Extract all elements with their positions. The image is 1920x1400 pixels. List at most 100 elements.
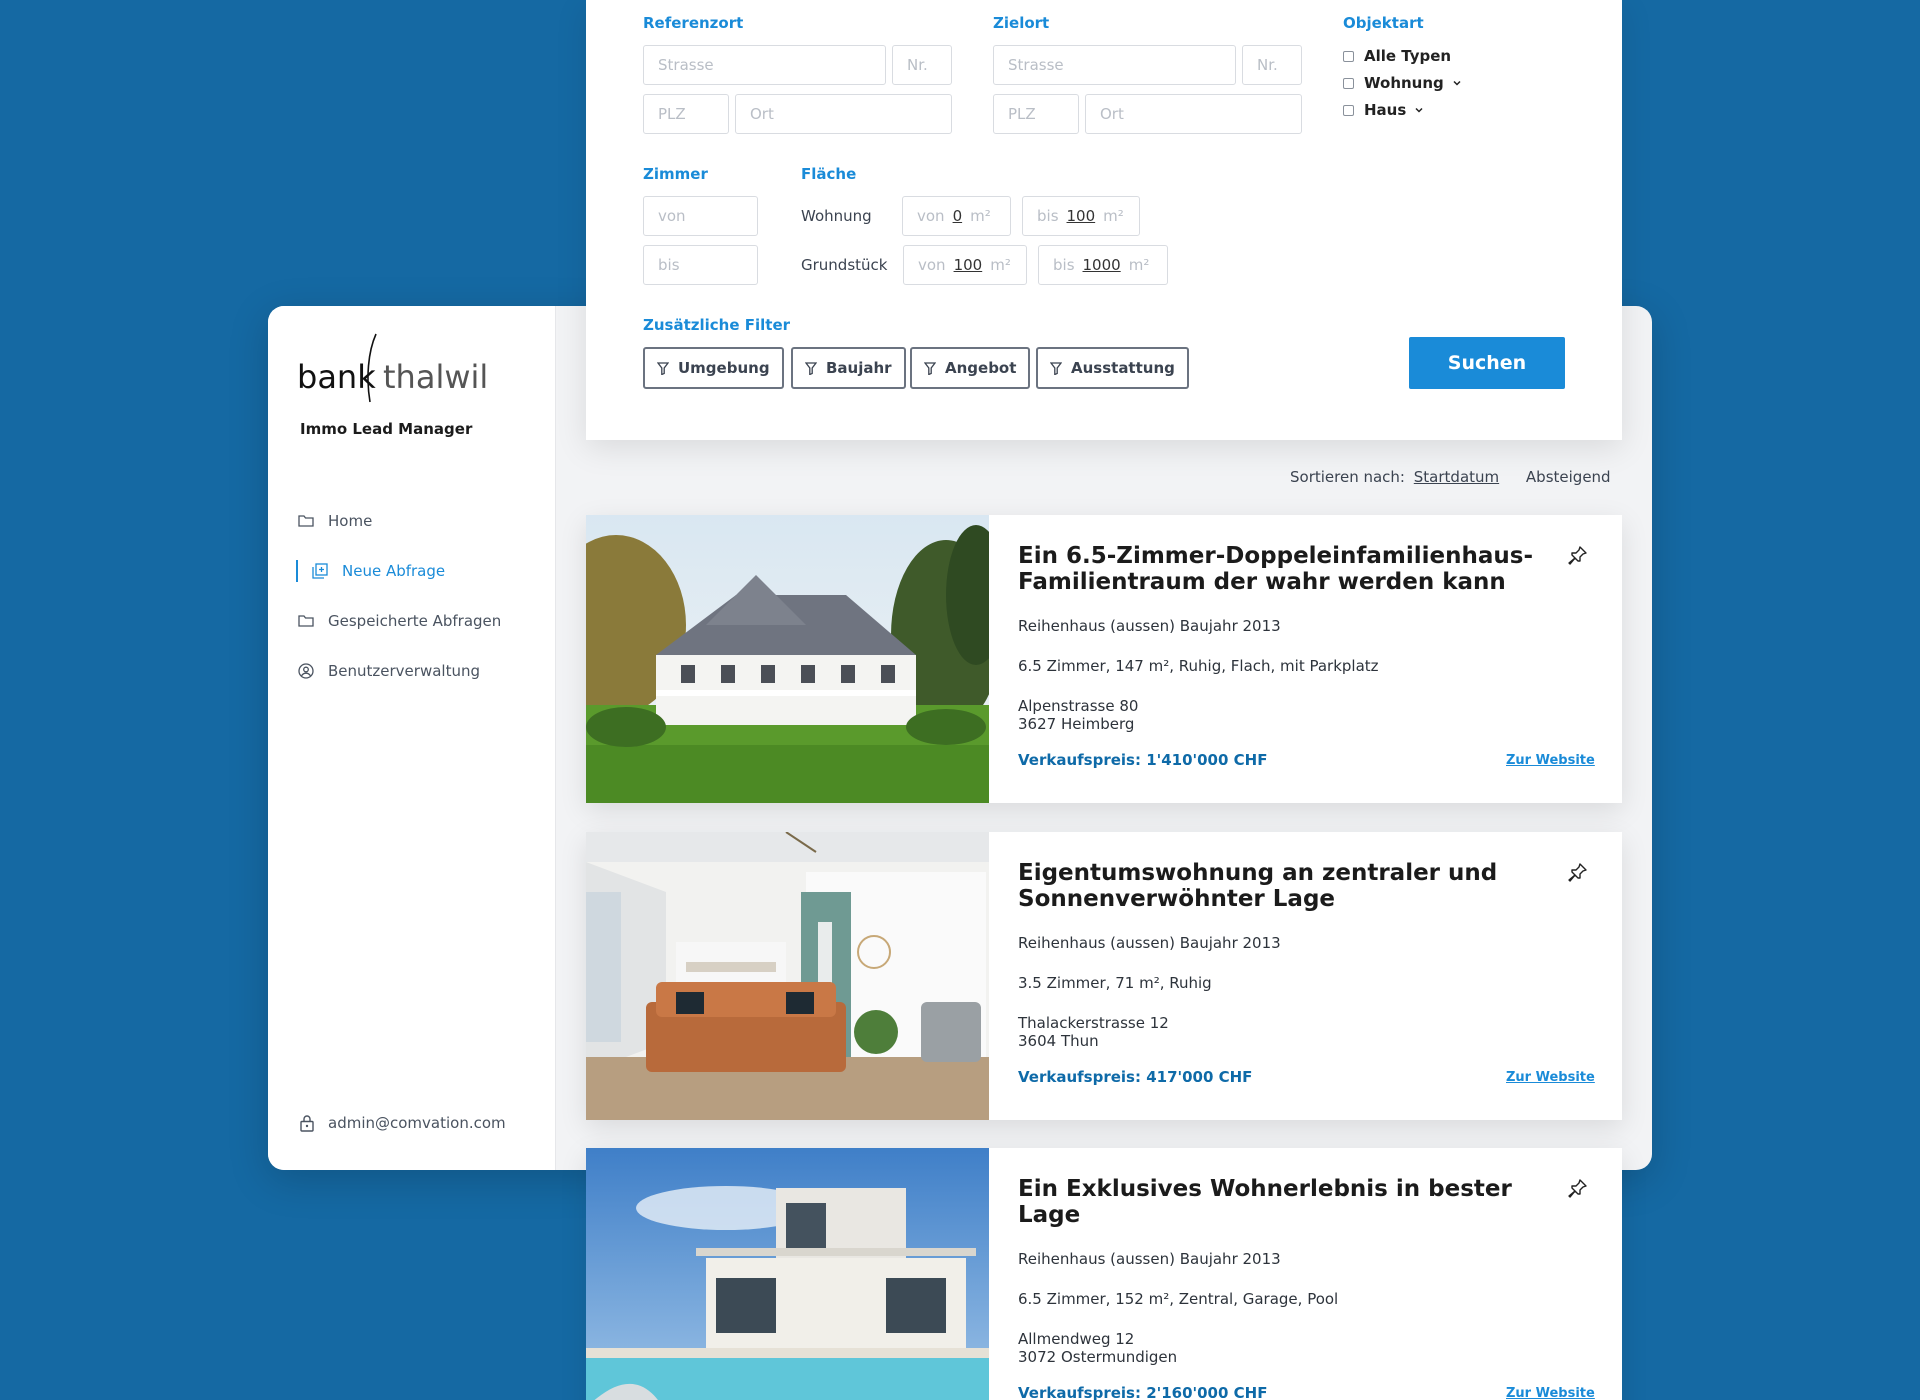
listing-card[interactable]: Ein 6.5-Zimmer-Doppeleinfamilienhaus-Fam…: [586, 515, 1622, 803]
listing-street: Alpenstrasse 80: [1018, 697, 1139, 715]
zusaetzliche-filter-label: Zusätzliche Filter: [643, 316, 791, 334]
checkbox[interactable]: [1343, 104, 1354, 116]
listing-city: 3604 Thun: [1018, 1032, 1099, 1050]
zielort-number-input[interactable]: Nr.: [1242, 45, 1302, 85]
website-link[interactable]: Zur Website: [1506, 1386, 1595, 1400]
listing-card[interactable]: Ein Exklusives Wohnerlebnis in bester La…: [586, 1148, 1622, 1400]
sidebar-item-label: Benutzerverwaltung: [328, 662, 480, 680]
pin-icon[interactable]: [1568, 862, 1588, 884]
search-button[interactable]: Suchen: [1409, 337, 1565, 389]
sidebar-item-neue-abfrage[interactable]: Neue Abfrage: [296, 546, 538, 596]
pin-icon[interactable]: [1568, 1178, 1588, 1200]
filter-angebot-button[interactable]: Angebot: [910, 347, 1031, 389]
account-email: admin@comvation.com: [328, 1114, 506, 1132]
sidebar-item-gespeicherte-abfragen[interactable]: Gespeicherte Abfragen: [298, 596, 538, 646]
objektart-label: Objektart: [1343, 14, 1424, 32]
objektart-option-alle-typen[interactable]: Alle Typen: [1343, 47, 1451, 65]
listing-city: 3072 Ostermundigen: [1018, 1348, 1178, 1366]
filter-icon: [657, 361, 669, 375]
flaeche-grundstueck-from-input[interactable]: von 100 m²: [903, 245, 1027, 285]
objektart-option-haus[interactable]: Haus: [1343, 101, 1424, 119]
user-circle-icon: [298, 663, 314, 679]
checkbox[interactable]: [1343, 77, 1354, 89]
pin-icon[interactable]: [1568, 545, 1588, 567]
filter-umgebung-button[interactable]: Umgebung: [643, 347, 784, 389]
zimmer-label: Zimmer: [643, 165, 708, 183]
filter-button-label: Angebot: [945, 359, 1017, 377]
listing-subtitle: Reihenhaus (aussen) Baujahr 2013: [1018, 617, 1281, 635]
chevron-down-icon[interactable]: [1414, 105, 1424, 115]
field-value: 100: [953, 256, 983, 274]
listing-photo: [586, 832, 989, 1120]
filter-ausstattung-button[interactable]: Ausstattung: [1036, 347, 1189, 389]
option-label: Wohnung: [1364, 74, 1444, 92]
logo-text-thalwil: thalwil: [383, 358, 489, 396]
sort-field-link[interactable]: Startdatum: [1414, 468, 1499, 486]
objektart-option-wohnung[interactable]: Wohnung: [1343, 74, 1462, 92]
listing-details: 6.5 Zimmer, 147 m², Ruhig, Flach, mit Pa…: [1018, 657, 1379, 675]
flaeche-wohnung-to-input[interactable]: bis 100 m²: [1022, 196, 1140, 236]
filter-button-label: Baujahr: [826, 359, 892, 377]
listing-street: Allmendweg 12: [1018, 1330, 1135, 1348]
option-label: Alle Typen: [1364, 47, 1452, 65]
villa-pool-photo-image: [586, 1148, 989, 1400]
listing-subtitle: Reihenhaus (aussen) Baujahr 2013: [1018, 1250, 1281, 1268]
listing-card[interactable]: Eigentumswohnung an zentraler und Sonnen…: [586, 832, 1622, 1120]
website-link[interactable]: Zur Website: [1506, 753, 1595, 768]
option-label: Haus: [1364, 101, 1407, 119]
field-value: 1000: [1082, 256, 1121, 274]
referenzort-street-input[interactable]: Strasse: [643, 45, 886, 85]
zimmer-to-input[interactable]: bis: [643, 245, 758, 285]
listing-city: 3627 Heimberg: [1018, 715, 1135, 733]
sidebar-item-home[interactable]: Home: [298, 496, 538, 546]
listing-title[interactable]: Eigentumswohnung an zentraler und Sonnen…: [1018, 860, 1538, 912]
flaeche-wohnung-label: Wohnung: [801, 207, 872, 225]
sort-direction-toggle[interactable]: Absteigend: [1526, 468, 1611, 486]
sidebar-nav: Home Neue Abfrage Gespeicherte Abfragen: [296, 496, 538, 696]
living-room-photo-image: [586, 832, 989, 1120]
listing-address: Thalackerstrasse 12 3604 Thun: [1018, 1014, 1169, 1050]
logo-slash-icon: [367, 333, 377, 403]
add-query-icon: [312, 563, 328, 579]
bank-thalwil-logo: bank thalwil: [268, 306, 556, 416]
referenzort-city-input[interactable]: Ort: [735, 94, 952, 134]
listing-street: Thalackerstrasse 12: [1018, 1014, 1169, 1032]
flaeche-grundstueck-label: Grundstück: [801, 256, 888, 274]
sort-prefix: Sortieren nach:: [1290, 468, 1405, 486]
field-unit: m²: [990, 256, 1011, 274]
listing-title[interactable]: Ein Exklusives Wohnerlebnis in bester La…: [1018, 1176, 1538, 1228]
sidebar-item-label: Home: [328, 512, 373, 530]
field-unit: m²: [1103, 207, 1124, 225]
zimmer-from-input[interactable]: von: [643, 196, 758, 236]
flaeche-wohnung-from-input[interactable]: von 0 m²: [902, 196, 1011, 236]
listing-price: Verkaufspreis: 2'160'000 CHF: [1018, 1384, 1268, 1400]
sidebar: bank thalwil Immo Lead Manager Home Neue…: [268, 306, 556, 1170]
referenzort-number-input[interactable]: Nr.: [892, 45, 952, 85]
app-name: Immo Lead Manager: [300, 420, 473, 438]
search-filter-panel: Referenzort Strasse Nr. PLZ Ort Zielort …: [586, 0, 1622, 440]
sidebar-item-label: Gespeicherte Abfragen: [328, 612, 502, 630]
field-prefix: bis: [1037, 207, 1059, 225]
sidebar-item-label: Neue Abfrage: [342, 562, 446, 580]
listing-address: Allmendweg 12 3072 Ostermundigen: [1018, 1330, 1177, 1366]
chevron-down-icon[interactable]: [1452, 78, 1462, 88]
account-menu[interactable]: admin@comvation.com: [300, 1114, 506, 1132]
flaeche-label: Fläche: [801, 165, 857, 183]
sidebar-item-benutzerverwaltung[interactable]: Benutzerverwaltung: [298, 646, 538, 696]
listing-title[interactable]: Ein 6.5-Zimmer-Doppeleinfamilienhaus-Fam…: [1018, 543, 1538, 595]
zielort-label: Zielort: [993, 14, 1050, 32]
zielort-street-input[interactable]: Strasse: [993, 45, 1236, 85]
field-unit: m²: [1128, 256, 1150, 274]
referenzort-zip-input[interactable]: PLZ: [643, 94, 729, 134]
house-photo-image: [586, 515, 989, 803]
website-link[interactable]: Zur Website: [1506, 1070, 1595, 1085]
flaeche-grundstueck-to-input[interactable]: bis 1000 m²: [1038, 245, 1168, 285]
checkbox[interactable]: [1343, 50, 1354, 62]
field-prefix: von: [917, 207, 945, 225]
field-value: 100: [1066, 207, 1096, 225]
field-prefix: bis: [1053, 256, 1075, 274]
zielort-zip-input[interactable]: PLZ: [993, 94, 1079, 134]
filter-button-label: Umgebung: [678, 359, 770, 377]
zielort-city-input[interactable]: Ort: [1085, 94, 1302, 134]
filter-baujahr-button[interactable]: Baujahr: [791, 347, 906, 389]
